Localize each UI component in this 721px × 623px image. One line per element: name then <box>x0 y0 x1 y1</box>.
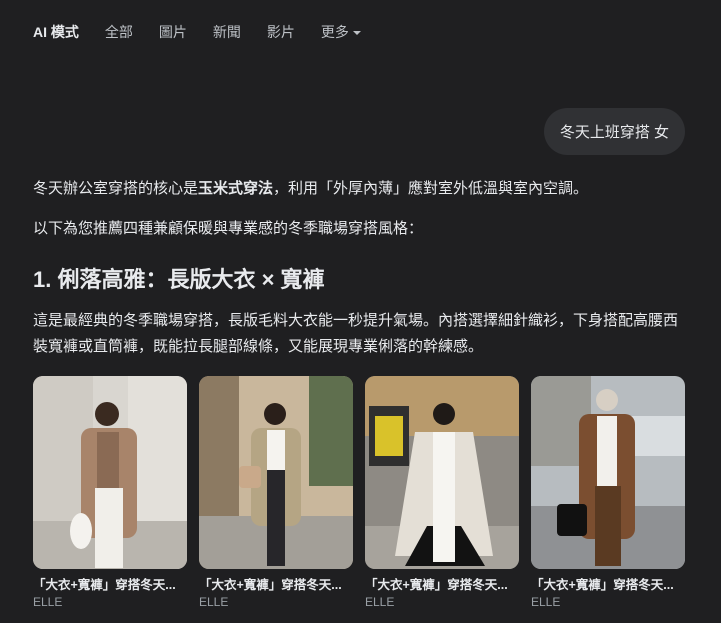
user-query-bubble: 冬天上班穿搭 女 <box>543 108 685 155</box>
intro-suffix: ，利用「外厚內薄」應對室外低溫與室內空調。 <box>273 180 589 197</box>
outfit-photo[interactable] <box>531 376 685 569</box>
section-body: 這是最經典的冬季職場穿搭，長版毛料大衣能一秒提升氣場。內搭選擇細針織衫，下身搭配… <box>33 312 679 355</box>
image-card[interactable]: 「大衣+寬褲」穿搭冬天... ELLE <box>33 376 187 609</box>
image-title[interactable]: 「大衣+寬褲」穿搭冬天... <box>365 577 519 593</box>
image-title[interactable]: 「大衣+寬褲」穿搭冬天... <box>199 577 353 593</box>
image-card[interactable]: 「大衣+寬褲」穿搭冬天... ELLE <box>365 376 519 609</box>
tab-all[interactable]: 全部 <box>105 22 133 42</box>
tab-ai-mode[interactable]: AI 模式 <box>33 22 79 42</box>
section-heading: 1. 俐落高雅：長版大衣 × 寬褲 <box>33 267 325 292</box>
answer-lead: 以下為您推薦四種兼顧保暖與專業感的冬季職場穿搭風格： <box>33 220 424 237</box>
tab-more-label: 更多 <box>320 24 349 40</box>
intro-bold: 玉米式穿法 <box>198 180 274 197</box>
chevron-down-icon <box>352 31 361 36</box>
image-results: 「大衣+寬褲」穿搭冬天... ELLE 「大衣+寬褲」穿搭冬天... ELLE <box>33 376 685 609</box>
image-card[interactable]: 「大衣+寬褲」穿搭冬天... ELLE <box>531 376 685 609</box>
tab-news[interactable]: 新聞 <box>213 22 241 42</box>
outfit-photo[interactable] <box>365 376 519 569</box>
image-source: ELLE <box>531 595 561 609</box>
outfit-photo[interactable] <box>33 376 187 569</box>
user-query-text: 冬天上班穿搭 女 <box>559 124 669 141</box>
tab-images[interactable]: 圖片 <box>159 22 187 42</box>
image-card[interactable]: 「大衣+寬褲」穿搭冬天... ELLE <box>199 376 353 609</box>
image-title[interactable]: 「大衣+寬褲」穿搭冬天... <box>531 577 685 593</box>
image-source: ELLE <box>365 595 395 609</box>
tab-videos[interactable]: 影片 <box>267 22 295 42</box>
intro-prefix: 冬天辦公室穿搭的核心是 <box>33 180 199 197</box>
search-tabs: AI 模式 全部 圖片 新聞 影片 更多 <box>33 22 387 42</box>
image-title[interactable]: 「大衣+寬褲」穿搭冬天... <box>33 577 187 593</box>
tab-more[interactable]: 更多 <box>321 22 361 42</box>
image-source: ELLE <box>33 595 63 609</box>
outfit-photo[interactable] <box>199 376 353 569</box>
image-source: ELLE <box>199 595 229 609</box>
answer-intro: 冬天辦公室穿搭的核心是玉米式穿法，利用「外厚內薄」應對室外低溫與室內空調。 <box>33 176 683 202</box>
